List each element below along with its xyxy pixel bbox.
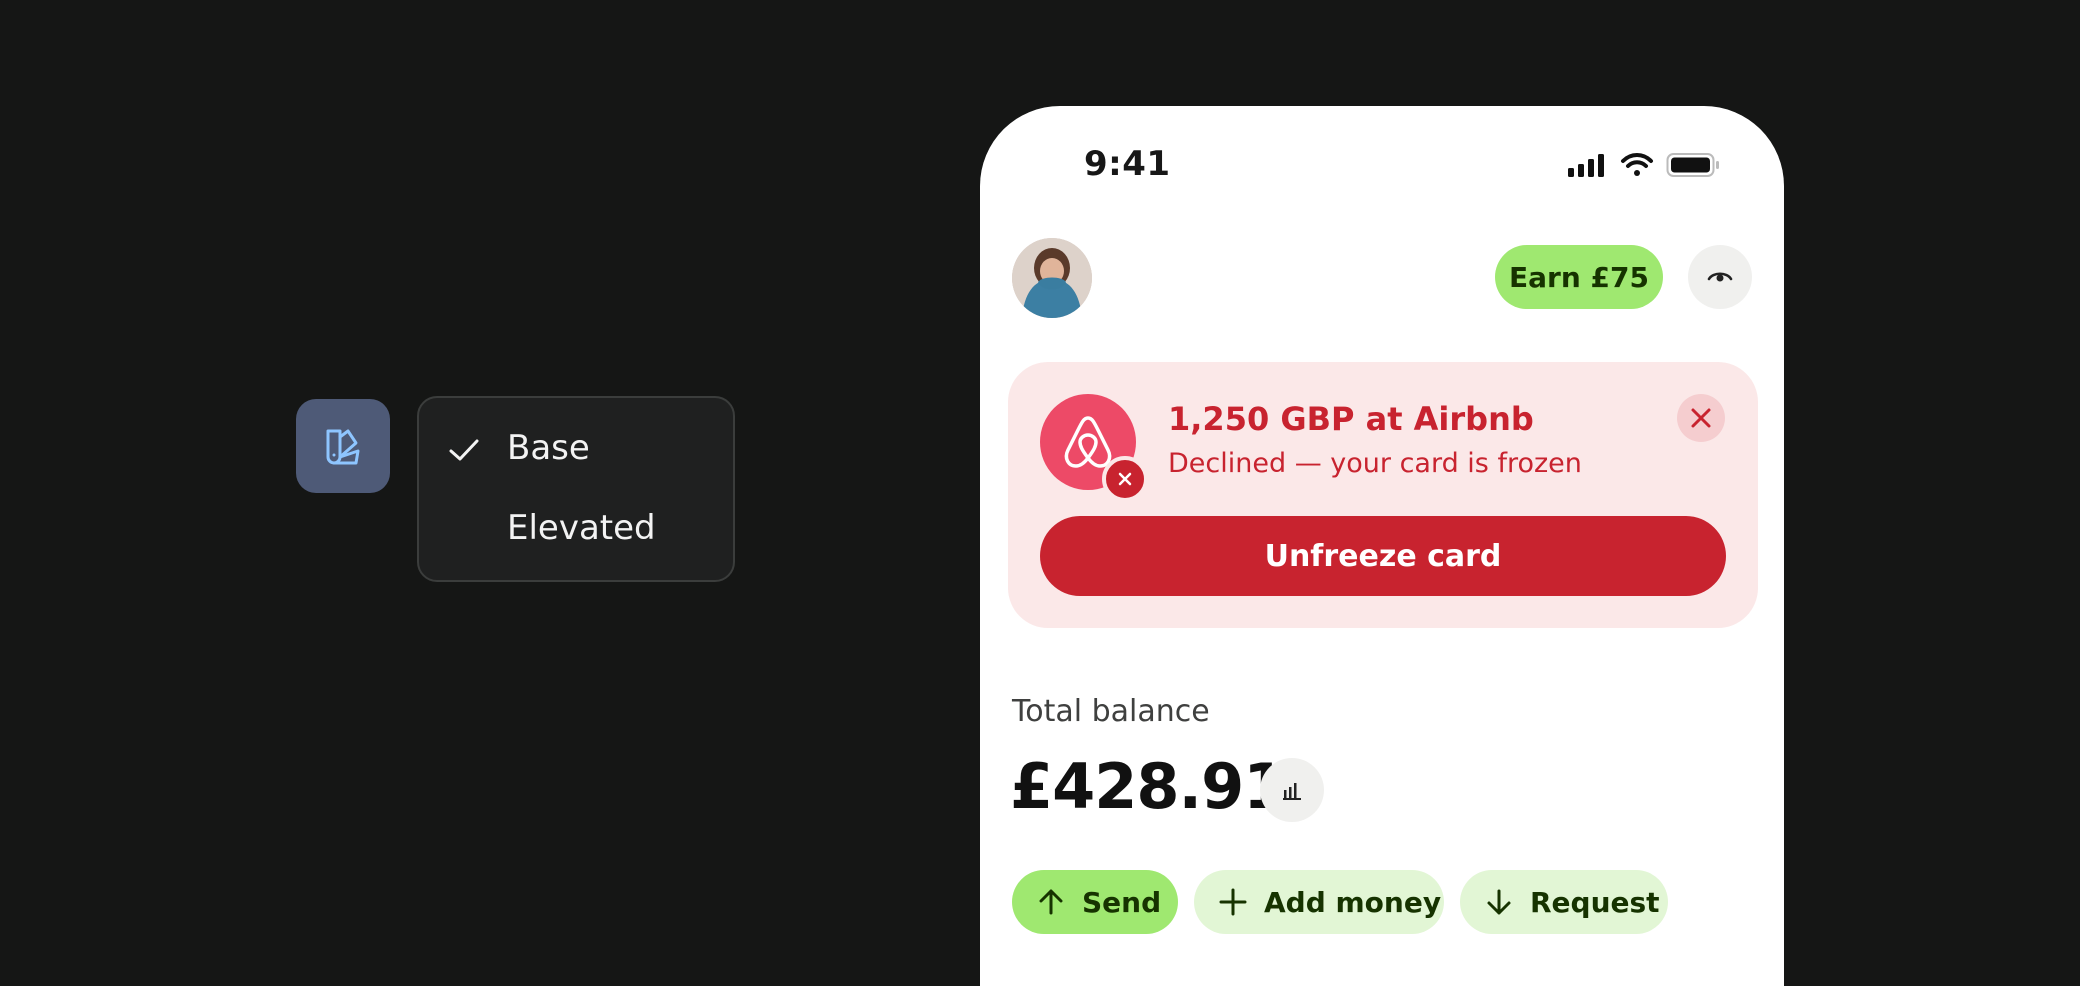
status-icons	[1568, 152, 1720, 178]
theme-option-label: Base	[507, 428, 590, 468]
wifi-icon	[1621, 153, 1653, 176]
declined-badge	[1102, 456, 1148, 502]
balance-value: £428.91	[1010, 750, 1286, 823]
toggle-visibility-button[interactable]	[1688, 245, 1752, 309]
add-money-label: Add money	[1264, 885, 1442, 919]
earn-referral-button[interactable]: Earn £75	[1495, 245, 1663, 309]
avatar-photo	[1012, 238, 1092, 318]
balance-chart-button[interactable]	[1260, 758, 1324, 822]
battery-icon	[1666, 153, 1719, 177]
plus-icon	[1219, 888, 1247, 916]
send-button[interactable]: Send	[1012, 870, 1178, 934]
x-circle-icon	[1118, 472, 1132, 486]
request-button[interactable]: Request	[1460, 870, 1668, 934]
alert-subtitle: Declined — your card is frozen	[1168, 448, 1582, 479]
status-time: 9:41	[1084, 144, 1171, 184]
theme-menu: Base Elevated	[417, 396, 735, 582]
checkmark-icon	[449, 439, 479, 461]
alert-title: 1,250 GBP at Airbnb	[1168, 400, 1534, 438]
close-icon	[1691, 408, 1711, 428]
unfreeze-card-button[interactable]: Unfreeze card	[1040, 516, 1726, 596]
balance-label: Total balance	[1012, 694, 1210, 729]
cellular-signal-icon	[1568, 154, 1604, 177]
arrow-up-icon	[1039, 889, 1063, 915]
bar-chart-icon	[1283, 783, 1301, 800]
add-money-button[interactable]: Add money	[1194, 870, 1444, 934]
eye-icon	[1707, 272, 1733, 282]
theme-option-elevated[interactable]: Elevated	[419, 493, 733, 563]
avatar[interactable]	[1012, 238, 1092, 318]
request-label: Request	[1530, 885, 1660, 919]
palette-icon	[326, 429, 360, 465]
phone-screen: 9:41 Earn £75 1,250 GBP at Airbnb Declin…	[980, 106, 1784, 986]
arrow-down-icon	[1487, 889, 1511, 915]
theme-option-base[interactable]: Base	[419, 413, 733, 483]
theme-option-label: Elevated	[507, 508, 656, 548]
send-label: Send	[1082, 885, 1162, 919]
theme-palette-button[interactable]	[296, 399, 390, 493]
dismiss-alert-button[interactable]	[1677, 394, 1725, 442]
declined-payment-alert: 1,250 GBP at Airbnb Declined — your card…	[1008, 362, 1758, 628]
